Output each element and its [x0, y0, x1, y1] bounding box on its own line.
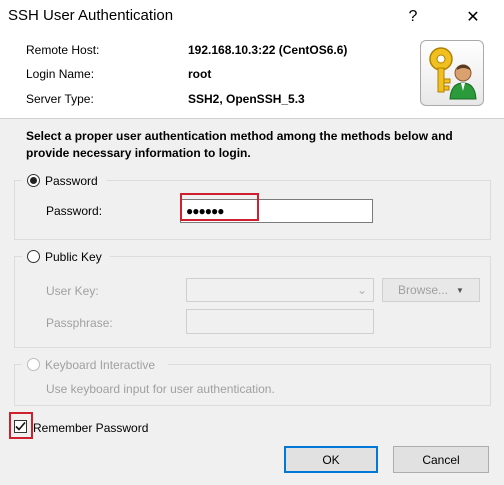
browse-button[interactable]: Browse... ▼ — [382, 278, 480, 302]
key-user-icon — [420, 40, 484, 106]
public-key-radio[interactable] — [27, 250, 40, 263]
password-radio-label: Password — [45, 174, 98, 188]
keyboard-interactive-description: Use keyboard input for user authenticati… — [46, 382, 275, 396]
password-option[interactable]: Password — [22, 172, 106, 190]
checkmark-icon — [15, 421, 26, 431]
window-title: SSH User Authentication — [8, 7, 174, 24]
password-highlight-box — [180, 193, 259, 221]
server-type-label: Server Type: — [26, 92, 94, 106]
remember-password-label[interactable]: Remember Password — [33, 421, 148, 435]
remote-host-value: 192.168.10.3:22 (CentOS6.6) — [188, 43, 348, 57]
keyboard-interactive-radio[interactable] — [27, 358, 40, 371]
keyboard-interactive-radio-label: Keyboard Interactive — [45, 358, 156, 372]
passphrase-input[interactable] — [186, 309, 374, 334]
dropdown-arrow-icon: ▼ — [456, 285, 464, 295]
password-radio[interactable] — [27, 174, 40, 187]
login-name-value: root — [188, 67, 212, 81]
login-name-label: Login Name: — [26, 67, 95, 81]
browse-button-label: Browse... — [398, 283, 449, 297]
password-field-label: Password: — [46, 204, 103, 218]
help-button[interactable]: ? — [390, 0, 436, 34]
user-key-select[interactable]: ⌄ — [186, 278, 374, 302]
public-key-option[interactable]: Public Key — [22, 248, 110, 266]
chevron-down-icon: ⌄ — [356, 283, 367, 297]
keyboard-interactive-option[interactable]: Keyboard Interactive — [22, 356, 168, 374]
close-button[interactable]: ✕ — [450, 0, 496, 34]
remote-host-label: Remote Host: — [26, 43, 100, 57]
cancel-button[interactable]: Cancel — [393, 446, 489, 473]
public-key-group — [14, 256, 491, 348]
server-type-value: SSH2, OpenSSH_5.3 — [188, 92, 305, 106]
remember-password-checkbox[interactable] — [14, 420, 27, 433]
user-key-label: User Key: — [46, 284, 99, 298]
public-key-radio-label: Public Key — [45, 250, 102, 264]
instruction-text: Select a proper user authentication meth… — [26, 129, 453, 160]
ok-button[interactable]: OK — [284, 446, 378, 473]
passphrase-label: Passphrase: — [46, 316, 113, 330]
